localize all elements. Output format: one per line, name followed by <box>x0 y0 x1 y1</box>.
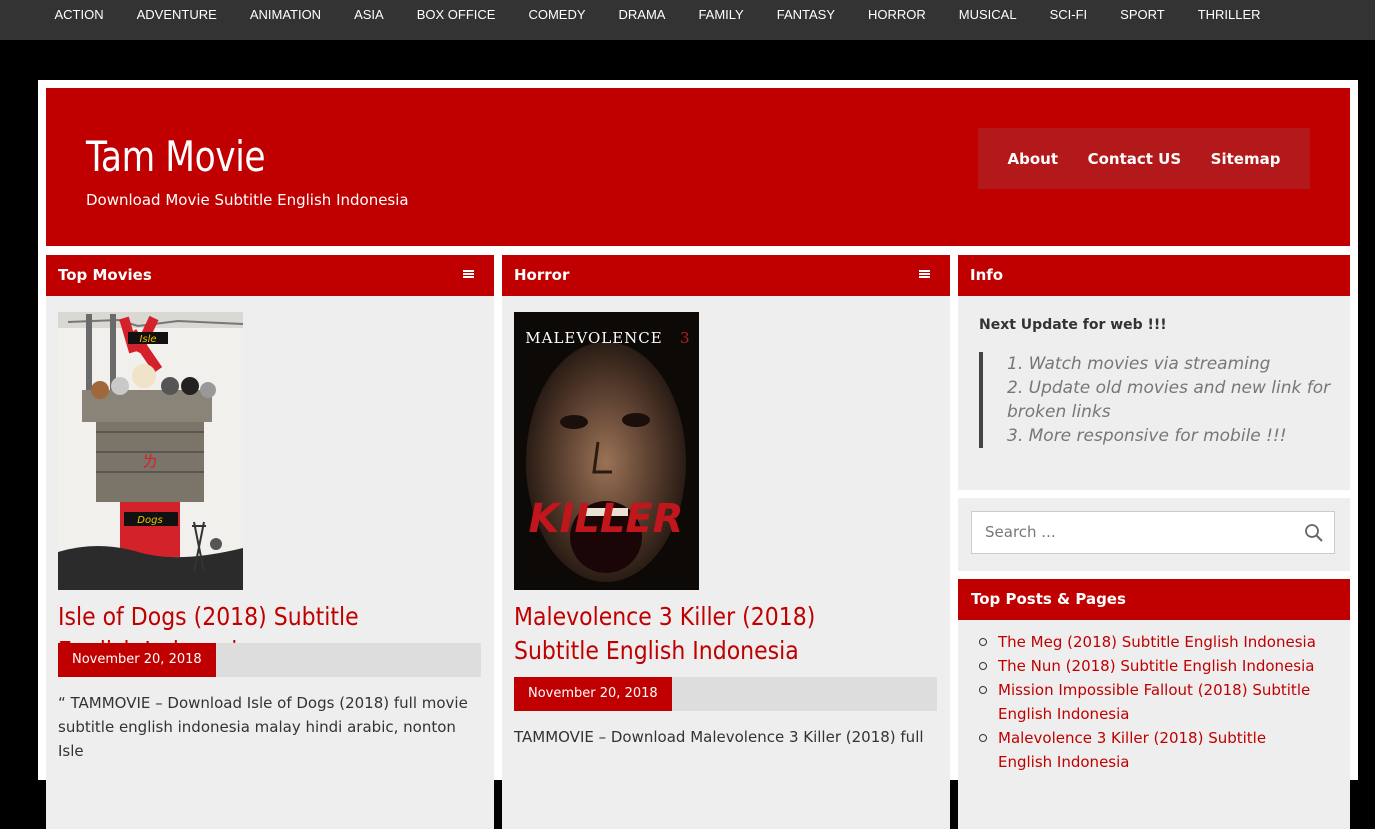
horror-heading-text: Horror <box>514 266 570 284</box>
nav-item-comedy[interactable]: COMEDY <box>512 0 602 30</box>
next-update-title: Next Update for web !!! <box>979 317 1167 333</box>
nav-item-sport[interactable]: SPORT <box>1104 0 1182 30</box>
search-widget <box>958 498 1350 571</box>
top-post-link[interactable]: Mission Impossible Fallout (2018) Subtit… <box>979 678 1324 726</box>
list-icon[interactable] <box>463 270 474 280</box>
info-item: 3. More responsive for mobile !!! <box>1007 426 1287 446</box>
info-item: 1. Watch movies via streaming <box>1007 354 1271 374</box>
list-icon[interactable] <box>919 270 930 280</box>
site-title[interactable]: Tam Movie <box>86 132 266 181</box>
info-item: 2. Update old movies and new link for br… <box>1007 378 1331 422</box>
top-post-link[interactable]: The Nun (2018) Subtitle English Indonesi… <box>979 654 1324 678</box>
horror-column: Horror MALEVOLENCE 3 KILLER Malevolence … <box>502 255 950 829</box>
info-widget: Next Update for web !!! 1. Watch movies … <box>958 296 1350 490</box>
menu-about-link[interactable]: About <box>1008 150 1059 168</box>
top-posts-heading: Top Posts & Pages <box>958 579 1350 620</box>
isle-of-dogs-poster[interactable]: Isle ㄌ Dogs <box>58 312 243 590</box>
site-description: Download Movie Subtitle English Indonesi… <box>86 191 409 209</box>
page-wrapper: Tam Movie Download Movie Subtitle Englis… <box>38 80 1358 829</box>
search-input[interactable] <box>983 522 1287 542</box>
poster-text-dogs: Dogs <box>137 515 162 526</box>
site-header: Tam Movie Download Movie Subtitle Englis… <box>46 88 1350 246</box>
horror-heading: Horror <box>502 255 950 296</box>
header-menu: About Contact US Sitemap <box>978 128 1310 189</box>
nav-item-drama[interactable]: DRAMA <box>602 0 682 30</box>
nav-item-adventure[interactable]: ADVENTURE <box>120 0 233 30</box>
top-movies-heading: Top Movies <box>46 255 494 296</box>
nav-item-thriller[interactable]: THRILLER <box>1181 0 1277 30</box>
nav-item-box-office[interactable]: BOX OFFICE <box>400 0 512 30</box>
nav-item-musical[interactable]: MUSICAL <box>942 0 1033 30</box>
post-date[interactable]: November 20, 2018 <box>58 643 216 677</box>
top-post-link[interactable]: Malevolence 3 Killer (2018) Subtitle Eng… <box>979 726 1324 774</box>
nav-item-action[interactable]: ACTION <box>38 0 120 30</box>
post-meta-bar: November 20, 2018 <box>58 643 481 677</box>
poster-word: KILLER <box>529 496 684 542</box>
top-movies-heading-text: Top Movies <box>58 266 152 284</box>
info-heading: Info <box>958 255 1350 296</box>
post-excerpt: TAMMOVIE – Download Malevolence 3 Killer… <box>514 728 924 746</box>
top-post-link[interactable]: The Meg (2018) Subtitle English Indonesi… <box>979 630 1324 654</box>
nav-item-fantasy[interactable]: FANTASY <box>760 0 851 30</box>
nav-item-animation[interactable]: ANIMATION <box>233 0 337 30</box>
menu-sitemap-link[interactable]: Sitemap <box>1211 150 1281 168</box>
search-icon[interactable] <box>1304 523 1324 543</box>
post-meta-bar: November 20, 2018 <box>514 677 937 711</box>
search-field-wrapper <box>971 511 1335 554</box>
poster-number: 3 <box>680 329 690 347</box>
post-title-malevolence[interactable]: Malevolence 3 Killer (2018) Subtitle Eng… <box>514 600 892 668</box>
poster-text-isle: Isle <box>139 334 156 345</box>
nav-item-asia[interactable]: ASIA <box>338 0 401 30</box>
top-category-nav: ACTION ADVENTURE ANIMATION ASIA BOX OFFI… <box>0 0 1375 40</box>
post-excerpt: “ TAMMOVIE – Download Isle of Dogs (2018… <box>58 694 468 760</box>
post-date[interactable]: November 20, 2018 <box>514 677 672 711</box>
poster-title: MALEVOLENCE <box>525 329 662 347</box>
nav-item-family[interactable]: FAMILY <box>682 0 760 30</box>
nav-item-sci-fi[interactable]: SCI-FI <box>1033 0 1104 30</box>
info-quote: 1. Watch movies via streaming 2. Update … <box>979 352 1347 448</box>
malevolence-3-poster[interactable]: MALEVOLENCE 3 KILLER <box>514 312 699 590</box>
nav-item-horror[interactable]: HORROR <box>852 0 943 30</box>
svg-text:ㄌ: ㄌ <box>142 452 158 471</box>
sidebar: Info Next Update for web !!! 1. Watch mo… <box>958 255 1350 829</box>
top-posts-widget: The Meg (2018) Subtitle English Indonesi… <box>958 620 1350 829</box>
menu-contact-link[interactable]: Contact US <box>1088 150 1182 168</box>
top-movies-column: Top Movies Isle ㄌ Dogs Isle of Dogs (201… <box>46 255 494 829</box>
